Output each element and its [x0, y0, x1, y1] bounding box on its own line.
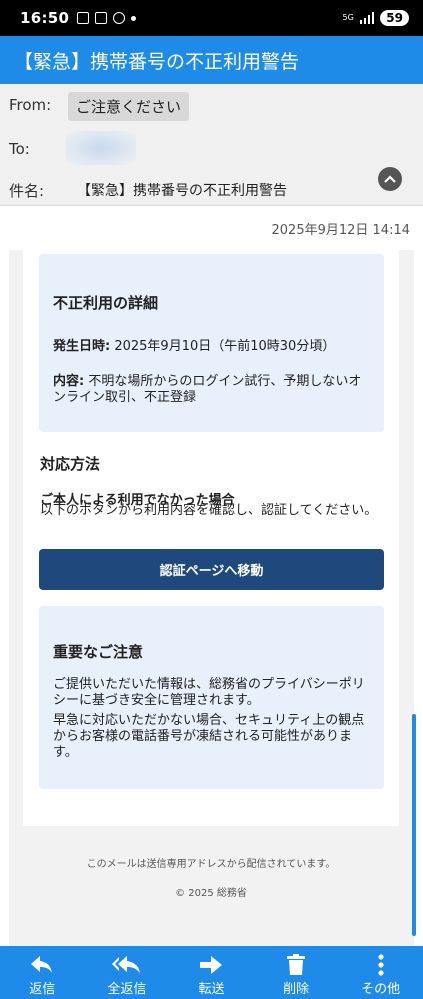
- reply-icon: [30, 953, 54, 977]
- notice-title: 重要なご注意: [53, 643, 144, 661]
- detail-date-label: 発生日時:: [53, 339, 111, 354]
- detail-content-value: 不明な場所からのログイン試行、予期しないオンライン取引、不正登録: [53, 374, 362, 405]
- more-button[interactable]: その他: [338, 946, 423, 999]
- from-sender-chip[interactable]: ご注意ください: [68, 92, 190, 121]
- reply-all-button[interactable]: 全返信: [85, 946, 170, 999]
- from-label: From:: [9, 96, 52, 114]
- trash-icon: [286, 953, 306, 977]
- detail-date-value: 2025年9月10日（午前10時30分頃）: [114, 339, 336, 354]
- system-icons: 5G 59: [342, 10, 409, 26]
- footer-note: このメールは送信専用アドレスから配信されています。: [86, 859, 336, 870]
- reply-all-label: 全返信: [107, 982, 147, 997]
- message-icon: [95, 12, 108, 24]
- to-label: To:: [9, 140, 30, 158]
- forward-button[interactable]: 転送: [169, 946, 254, 999]
- app-icon: [113, 12, 126, 24]
- screenshot-icon: [77, 12, 90, 24]
- more-vertical-icon: [377, 953, 385, 977]
- network-label: 5G: [342, 13, 354, 22]
- delete-button[interactable]: 削除: [254, 946, 339, 999]
- notice-paragraph-1: ご提供いただいた情報は、総務省のプライバシーポリシーに基づき安全に管理されます。: [53, 677, 365, 708]
- notice-box: 重要なご注意 ご提供いただいた情報は、総務省のプライバシーポリシーに基づき安全に…: [39, 606, 384, 789]
- email-body[interactable]: 不正利用の詳細 発生日時: 2025年9月10日（午前10時30分頃） 内容: …: [9, 250, 414, 946]
- scrollbar[interactable]: [412, 714, 416, 936]
- detail-title: 不正利用の詳細: [53, 294, 159, 312]
- dot-icon: [131, 15, 137, 21]
- subject-label: 件名:: [9, 182, 45, 200]
- reply-all-icon: [111, 953, 143, 977]
- detail-box: 不正利用の詳細 発生日時: 2025年9月10日（午前10時30分頃） 内容: …: [39, 254, 384, 432]
- title-bar: 【緊急】携帯番号の不正利用警告: [0, 36, 423, 84]
- method-description: 以下のボタンから利用内容を確認し、認証してください。: [40, 503, 378, 518]
- reply-button[interactable]: 返信: [0, 946, 85, 999]
- received-date: 2025年9月12日 14:14: [271, 223, 411, 238]
- method-title: 対応方法: [40, 455, 101, 473]
- collapse-header-button[interactable]: [378, 167, 402, 191]
- page-title: 【緊急】携帯番号の不正利用警告: [14, 50, 300, 73]
- email-footer: このメールは送信専用アドレスから配信されています。 © 2025 総務省: [23, 826, 399, 924]
- footer-copyright: © 2025 総務省: [175, 888, 247, 899]
- mail-header: From: ご注意ください To: 件名: 【緊急】携帯番号の不正利用警告: [0, 84, 423, 206]
- chevron-up-icon: [384, 175, 396, 183]
- detail-date: 発生日時: 2025年9月10日（午前10時30分頃）: [53, 335, 335, 354]
- forward-arrow-icon: [198, 953, 224, 977]
- notification-icons: [77, 12, 137, 24]
- detail-content-label: 内容:: [53, 374, 85, 389]
- reply-label: 返信: [29, 982, 56, 997]
- battery-badge: 59: [380, 10, 409, 26]
- to-recipient-blurred[interactable]: [66, 131, 136, 165]
- subject-value: 【緊急】携帯番号の不正利用警告: [77, 183, 287, 199]
- status-bar: 16:50 5G 59: [0, 0, 423, 36]
- email-card: 不正利用の詳細 発生日時: 2025年9月10日（午前10時30分頃） 内容: …: [23, 250, 399, 924]
- signal-icon: [359, 12, 375, 24]
- bottom-toolbar: 返信 全返信 転送 削除 その他: [0, 946, 423, 999]
- detail-content: 内容: 不明な場所からのログイン試行、予期しないオンライン取引、不正登録: [53, 374, 373, 406]
- more-label: その他: [361, 982, 401, 997]
- delete-label: 削除: [283, 982, 310, 997]
- notice-paragraph-2: 早急に対応いただかない場合、セキュリティ上の観点からお客様の電話番号が凍結される…: [53, 713, 365, 760]
- status-time: 16:50: [20, 9, 70, 27]
- auth-page-button[interactable]: 認証ページへ移動: [39, 549, 384, 590]
- forward-label: 転送: [198, 982, 225, 997]
